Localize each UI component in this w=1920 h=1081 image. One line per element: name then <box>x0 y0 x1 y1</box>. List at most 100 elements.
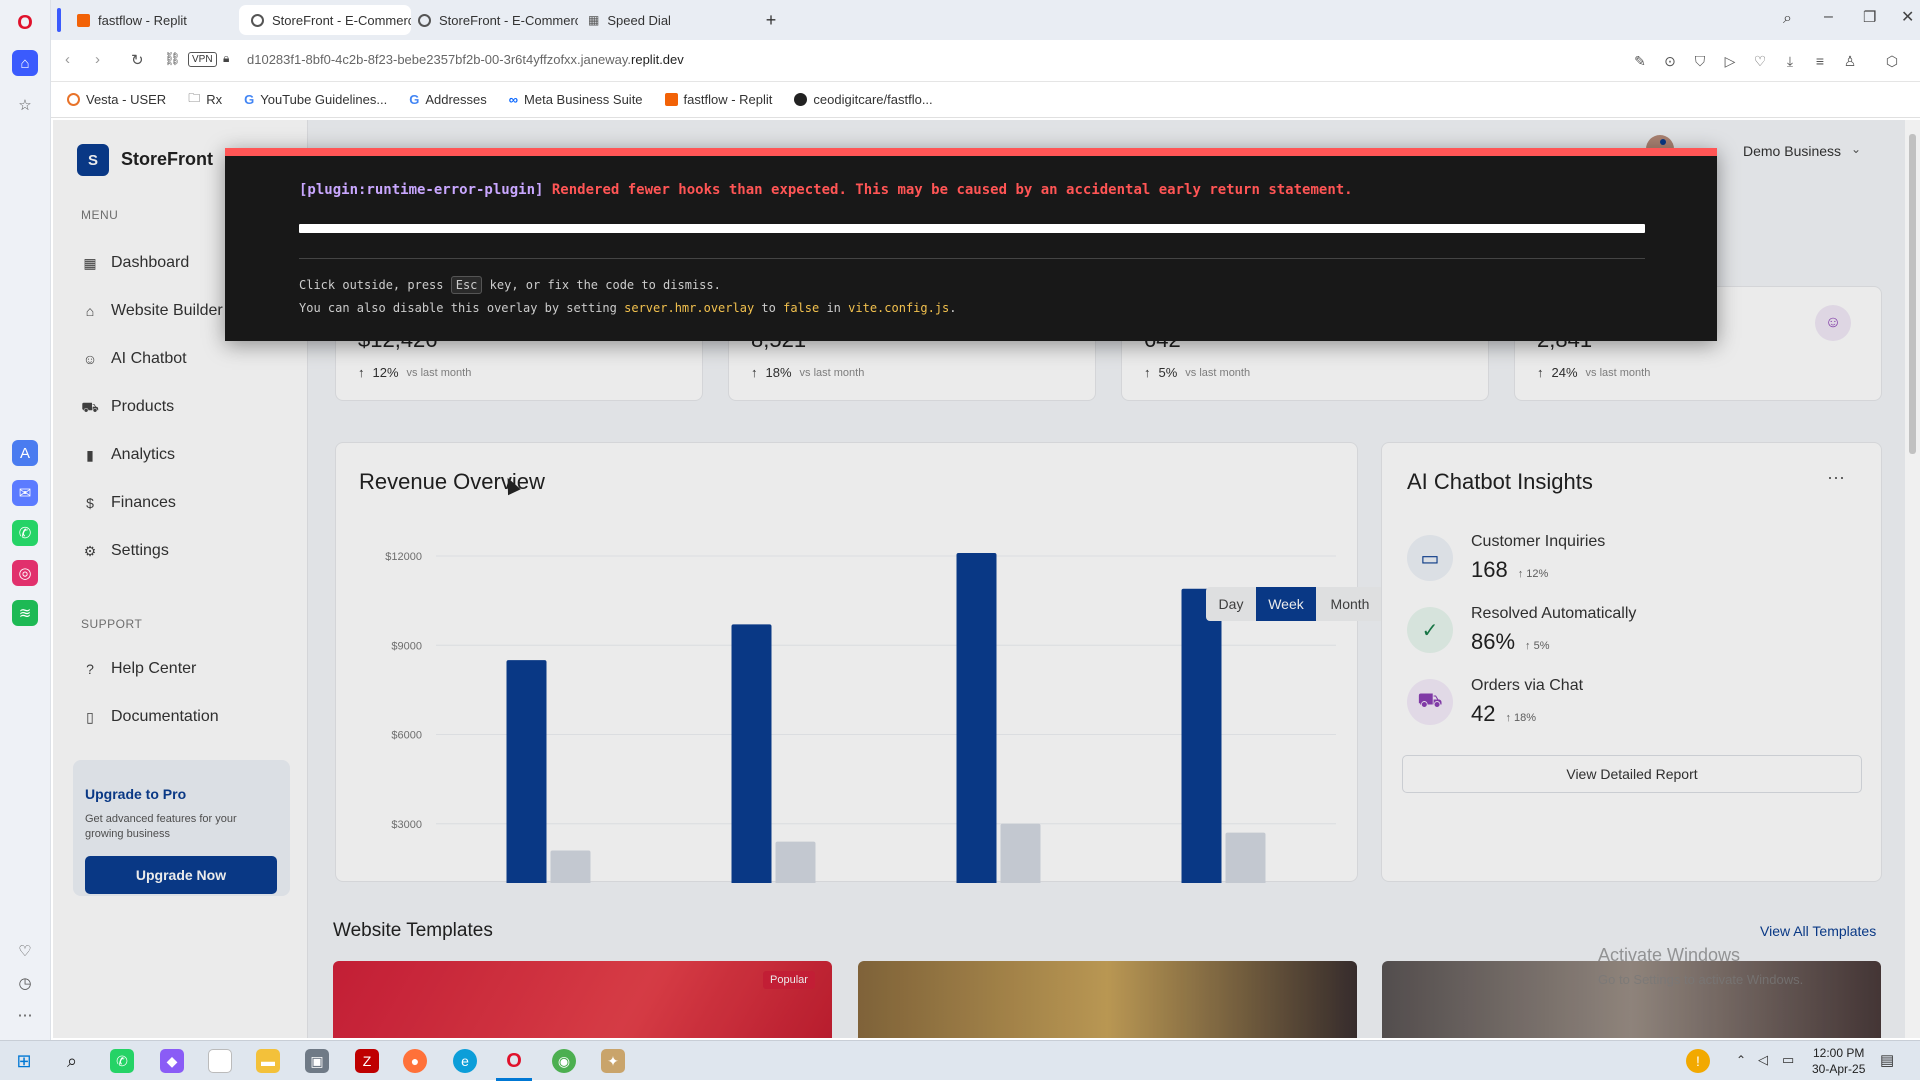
filezilla-icon[interactable]: Z <box>355 1049 379 1073</box>
insight-trend: ↑ 5% <box>1525 640 1550 652</box>
edit-icon[interactable]: ✎ <box>1631 52 1649 70</box>
notification-tray-icon[interactable]: ! <box>1686 1049 1710 1073</box>
sidebar-item-products[interactable]: ⛟ Products <box>81 398 174 416</box>
book-icon: ▯ <box>86 709 94 725</box>
sidebar-item-website-builder[interactable]: ⌂ Website Builder <box>81 302 223 320</box>
whatsapp-icon[interactable]: ✆ <box>12 520 38 546</box>
template-card-2[interactable] <box>858 961 1357 1038</box>
restore-button[interactable]: ❐ <box>1863 8 1876 26</box>
period-month-button[interactable]: Month <box>1316 587 1384 621</box>
error-message: [plugin:runtime-error-plugin] Rendered f… <box>299 182 1353 198</box>
sidebar-item-dashboard[interactable]: ▦ Dashboard <box>81 254 189 272</box>
stat-trend: ↑ 24% vs last month <box>1537 365 1650 380</box>
vite-error-overlay[interactable]: [plugin:runtime-error-plugin] Rendered f… <box>225 148 1717 341</box>
upgrade-now-button[interactable]: Upgrade Now <box>85 856 277 894</box>
copilot-icon[interactable]: ◆ <box>160 1049 184 1073</box>
bookmark-meta[interactable]: ∞ Meta Business Suite <box>509 92 643 107</box>
firefox-icon[interactable]: ● <box>403 1049 427 1073</box>
sidebar-item-settings[interactable]: ⚙ Settings <box>81 542 169 560</box>
stat-trend-value: 5% <box>1158 365 1178 380</box>
clock[interactable]: 12:00 PM 30-Apr-25 <box>1812 1045 1865 1077</box>
sidebar-item-documentation[interactable]: ▯ Documentation <box>81 708 218 726</box>
close-window-button[interactable]: ✕ <box>1901 7 1914 27</box>
config-code: false <box>783 301 820 315</box>
scrollbar-thumb[interactable] <box>1909 134 1916 454</box>
download-icon[interactable]: ⤓ <box>1781 52 1799 70</box>
account-icon[interactable]: ♙ <box>1841 52 1859 70</box>
sidebar-item-finances[interactable]: $ Finances <box>81 494 176 512</box>
app-misc-icon[interactable]: ✦ <box>601 1049 625 1073</box>
cart-icon: ⛟ <box>81 399 99 415</box>
app-taskbar-icon[interactable]: ▣ <box>305 1049 329 1073</box>
workspace-indicator <box>57 8 61 32</box>
more-icon[interactable]: ⋯ <box>12 1002 38 1028</box>
period-day-button[interactable]: Day <box>1206 587 1256 621</box>
template-card-1[interactable]: Popular <box>333 961 832 1038</box>
search-tabs-icon[interactable]: ⌕ <box>1783 10 1792 28</box>
camera-icon[interactable]: ⊙ <box>1661 52 1679 70</box>
new-tab-button[interactable]: + <box>761 10 781 30</box>
more-options-icon[interactable]: ··· <box>1827 467 1845 488</box>
url-prefix: d10283f1-8bf0-4c2b-8f23-bebe2357bf2b-00-… <box>247 52 632 67</box>
network-icon[interactable]: ▭ <box>1782 1052 1794 1068</box>
spotify-icon[interactable]: ≋ <box>12 600 38 626</box>
forward-icon[interactable]: › <box>95 51 100 68</box>
whatsapp-taskbar-icon[interactable]: ✆ <box>110 1049 134 1073</box>
tray-chevron-icon[interactable]: ⌃ <box>1736 1053 1746 1067</box>
reload-icon[interactable]: ↻ <box>131 51 144 69</box>
bookmark-fastflow[interactable]: fastflow - Replit <box>664 92 772 107</box>
opera-logo-icon[interactable]: O <box>12 10 38 36</box>
chevron-down-icon[interactable]: ⌄ <box>1851 142 1861 156</box>
edge-icon[interactable]: e <box>453 1049 477 1073</box>
notepad-icon[interactable] <box>208 1049 232 1073</box>
view-detailed-report-button[interactable]: View Detailed Report <box>1402 755 1862 793</box>
link-icon[interactable]: ⛓ <box>164 51 181 67</box>
arrow-up-icon: ↑ <box>1144 365 1151 380</box>
sidebar-item-help-center[interactable]: ? Help Center <box>81 660 196 678</box>
instagram-icon[interactable]: ◎ <box>12 560 38 586</box>
error-frame-scrollbar[interactable] <box>299 224 1645 233</box>
bookmark-addresses[interactable]: G Addresses <box>409 92 487 107</box>
bookmark-github[interactable]: ceodigitcare/fastflo... <box>794 92 933 107</box>
tab-fastflow[interactable]: fastflow - Replit <box>65 5 237 35</box>
sidebar-item-analytics[interactable]: ▮ Analytics <box>81 446 175 464</box>
logo-badge[interactable]: S <box>77 144 109 176</box>
bookmark-youtube[interactable]: G YouTube Guidelines... <box>244 92 387 107</box>
period-week-button[interactable]: Week <box>1256 587 1316 621</box>
app-icon[interactable]: A <box>12 440 38 466</box>
bookmark-vesta[interactable]: Vesta - USER <box>67 92 166 107</box>
menu-icon[interactable]: ≡ <box>1811 52 1829 70</box>
minimize-button[interactable]: – <box>1824 8 1833 26</box>
page-scrollbar[interactable] <box>1905 120 1920 1038</box>
speaker-icon[interactable]: ◁ <box>1758 1052 1768 1068</box>
vpn-badge[interactable]: VPN <box>188 52 217 67</box>
windows-start-icon[interactable]: ⊞ <box>12 1049 36 1073</box>
view-all-templates-link[interactable]: View All Templates <box>1760 923 1876 939</box>
heart-icon[interactable]: ♡ <box>12 938 38 964</box>
chrome-icon[interactable]: ◉ <box>552 1049 576 1073</box>
heart-outline-icon[interactable]: ♡ <box>1751 52 1769 70</box>
star-icon[interactable]: ☆ <box>12 92 38 118</box>
brand-name[interactable]: StoreFront <box>121 149 213 170</box>
box-icon[interactable]: ⬡ <box>1883 52 1901 70</box>
insights-title: AI Chatbot Insights <box>1407 469 1593 494</box>
history-icon[interactable]: ◷ <box>12 970 38 996</box>
search-icon[interactable]: ⌕ <box>60 1049 84 1073</box>
tab-speed-dial[interactable]: ▦ Speed Dial <box>576 5 748 35</box>
insight-orders-chat: ⛟ Orders via Chat 42 ↑ 18% <box>1407 677 1827 739</box>
bookmark-rx[interactable]: 🗀 Rx <box>188 89 222 110</box>
url-field[interactable]: d10283f1-8bf0-4c2b-8f23-bebe2357bf2b-00-… <box>247 52 684 67</box>
messenger-icon[interactable]: ✉ <box>12 480 38 506</box>
play-icon[interactable]: ▷ <box>1721 52 1739 70</box>
back-icon[interactable]: ‹ <box>65 51 70 68</box>
vesta-icon <box>67 93 80 106</box>
sidebar-item-ai-chatbot[interactable]: ☺ AI Chatbot <box>81 350 187 368</box>
action-center-icon[interactable]: ▤ <box>1880 1051 1894 1069</box>
user-name[interactable]: Demo Business <box>1743 143 1841 159</box>
tab-storefront-active[interactable]: StoreFront - E-Commerce <box>239 5 411 35</box>
opera-taskbar-icon[interactable]: O <box>502 1049 526 1073</box>
tab-storefront[interactable]: StoreFront - E-Commerce <box>406 5 578 35</box>
home-icon[interactable]: ⌂ <box>12 50 38 76</box>
shield-icon[interactable]: ⛉ <box>1691 52 1709 70</box>
file-explorer-icon[interactable]: ▬ <box>256 1049 280 1073</box>
